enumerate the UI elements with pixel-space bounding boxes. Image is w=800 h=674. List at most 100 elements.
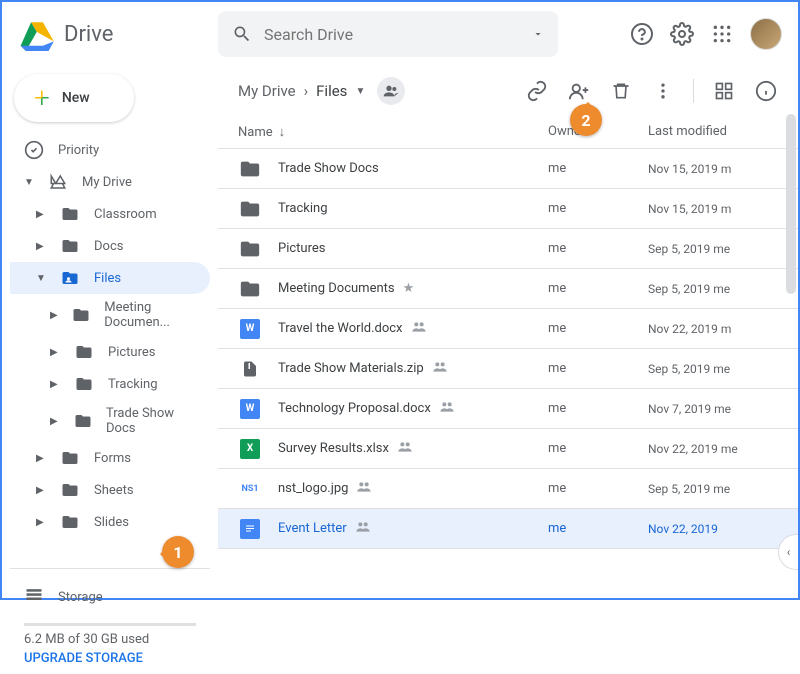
chevron-right-icon: › [304, 82, 309, 100]
folder-icon [238, 197, 262, 221]
folder-icon [238, 157, 262, 181]
plus-icon: + [34, 84, 50, 112]
col-name[interactable]: Name↓ [238, 124, 548, 140]
file-name: Pictures [278, 241, 548, 256]
file-modified: Nov 15, 2019 m [648, 202, 778, 216]
storage-header[interactable]: Storage [24, 577, 196, 617]
file-name: Survey Results.xlsx [278, 439, 548, 459]
file-row[interactable]: Meeting Documents ★meSep 5, 2019 me [218, 269, 798, 309]
info-icon[interactable] [754, 79, 778, 103]
file-modified: Nov 22, 2019 me [648, 442, 778, 456]
storage-used: 6.2 MB of 30 GB used [24, 632, 196, 647]
file-name: nst_logo.jpg [278, 479, 548, 499]
folder-icon [74, 374, 94, 394]
breadcrumb-root[interactable]: My Drive [238, 82, 296, 100]
link-icon[interactable] [525, 79, 549, 103]
tree-slides[interactable]: ▶Slides [10, 506, 210, 538]
tree-meeting[interactable]: ▶Meeting Documen... [10, 294, 210, 336]
file-modified: Nov 22, 2019 m [648, 322, 778, 336]
column-headers: Name↓ Owner Last modified [218, 116, 798, 149]
drive-logo-icon [18, 15, 56, 53]
file-modified: Sep 5, 2019 me [648, 362, 778, 376]
new-button[interactable]: + New [14, 74, 134, 122]
file-name: Trade Show Docs [278, 161, 548, 176]
file-row[interactable]: Event Letter meNov 22, 2019 [218, 509, 798, 549]
file-modified: Sep 5, 2019 me [648, 242, 778, 256]
file-owner: me [548, 281, 648, 296]
priority-icon [24, 140, 44, 160]
account-avatar[interactable] [750, 18, 782, 50]
file-name: Technology Proposal.docx [278, 399, 548, 419]
tree-forms[interactable]: ▶Forms [10, 442, 210, 474]
sidebar-priority[interactable]: Priority [10, 134, 210, 166]
shared-folder-icon [60, 268, 80, 288]
shared-icon [397, 439, 413, 459]
storage-section: Storage 6.2 MB of 30 GB used UPGRADE STO… [10, 568, 210, 674]
people-chip-icon[interactable] [377, 77, 405, 105]
col-modified[interactable]: Last modified [648, 124, 778, 140]
toolbar-actions [525, 79, 778, 103]
sidebar-my-drive[interactable]: ▼ My Drive [10, 166, 210, 198]
file-row[interactable]: NS1nst_logo.jpg meSep 5, 2019 me [218, 469, 798, 509]
file-row[interactable]: Trade Show Materials.zip meSep 5, 2019 m… [218, 349, 798, 389]
folder-icon [60, 448, 80, 468]
file-row[interactable]: TrackingmeNov 15, 2019 m [218, 189, 798, 229]
folder-icon [74, 342, 94, 362]
file-row[interactable]: Trade Show DocsmeNov 15, 2019 m [218, 149, 798, 189]
folder-icon [60, 236, 80, 256]
folder-icon [72, 305, 90, 325]
breadcrumb-current[interactable]: Files [316, 82, 347, 100]
tree-tracking[interactable]: ▶Tracking [10, 368, 210, 400]
settings-icon[interactable] [670, 22, 694, 46]
logo[interactable]: Drive [18, 15, 218, 53]
new-button-label: New [62, 90, 90, 106]
chevron-right-icon: ▶ [36, 241, 46, 252]
file-name: Event Letter [278, 519, 548, 539]
tree-pictures[interactable]: ▶Pictures [10, 336, 210, 368]
shared-icon [432, 359, 448, 379]
file-owner: me [548, 521, 648, 536]
chevron-right-icon: ▶ [50, 347, 60, 358]
content: My Drive › Files ▼ Name↓ Owner Last modi… [218, 66, 798, 600]
apps-icon[interactable] [710, 22, 734, 46]
search-dropdown-icon[interactable] [532, 28, 544, 40]
file-owner: me [548, 161, 648, 176]
folder-icon [60, 512, 80, 532]
chevron-right-icon: ▶ [50, 310, 58, 321]
tree-sheets[interactable]: ▶Sheets [10, 474, 210, 506]
tree-docs[interactable]: ▶Docs [10, 230, 210, 262]
folder-icon [73, 411, 92, 431]
tree-classroom[interactable]: ▶Classroom [10, 198, 210, 230]
image-icon: NS1 [238, 477, 262, 501]
file-owner: me [548, 201, 648, 216]
sidebar: + New Priority ▼ My Drive ▶Classroom ▶Do… [2, 66, 218, 600]
file-name: Travel the World.docx [278, 319, 548, 339]
file-row[interactable]: PicturesmeSep 5, 2019 me [218, 229, 798, 269]
file-name: Meeting Documents ★ [278, 281, 548, 296]
chevron-down-icon: ▼ [24, 177, 34, 188]
file-modified: Nov 22, 2019 [648, 522, 778, 536]
upgrade-storage-link[interactable]: UPGRADE STORAGE [24, 651, 196, 666]
file-row[interactable]: XSurvey Results.xlsx meNov 22, 2019 me [218, 429, 798, 469]
trash-icon[interactable] [609, 79, 633, 103]
file-row[interactable]: WTravel the World.docx meNov 22, 2019 m [218, 309, 798, 349]
search-input[interactable] [264, 25, 520, 44]
tree-trade[interactable]: ▶Trade Show Docs [10, 400, 210, 442]
chevron-right-icon: ▶ [36, 453, 46, 464]
docx-icon: W [238, 397, 262, 421]
file-owner: me [548, 481, 648, 496]
more-icon[interactable] [651, 79, 675, 103]
toolbar: My Drive › Files ▼ [218, 66, 798, 116]
search-bar[interactable] [218, 11, 558, 57]
chevron-right-icon: ▶ [50, 379, 60, 390]
chevron-right-icon: ▶ [50, 416, 59, 427]
scrollbar[interactable] [786, 114, 796, 294]
dropdown-icon[interactable]: ▼ [355, 86, 365, 97]
chevron-right-icon: ▶ [36, 209, 46, 220]
grid-view-icon[interactable] [712, 79, 736, 103]
tree-files[interactable]: ▼Files [10, 262, 210, 294]
file-list: Trade Show DocsmeNov 15, 2019 mTrackingm… [218, 149, 798, 600]
help-icon[interactable] [630, 22, 654, 46]
file-owner: me [548, 321, 648, 336]
file-row[interactable]: WTechnology Proposal.docx meNov 7, 2019 … [218, 389, 798, 429]
